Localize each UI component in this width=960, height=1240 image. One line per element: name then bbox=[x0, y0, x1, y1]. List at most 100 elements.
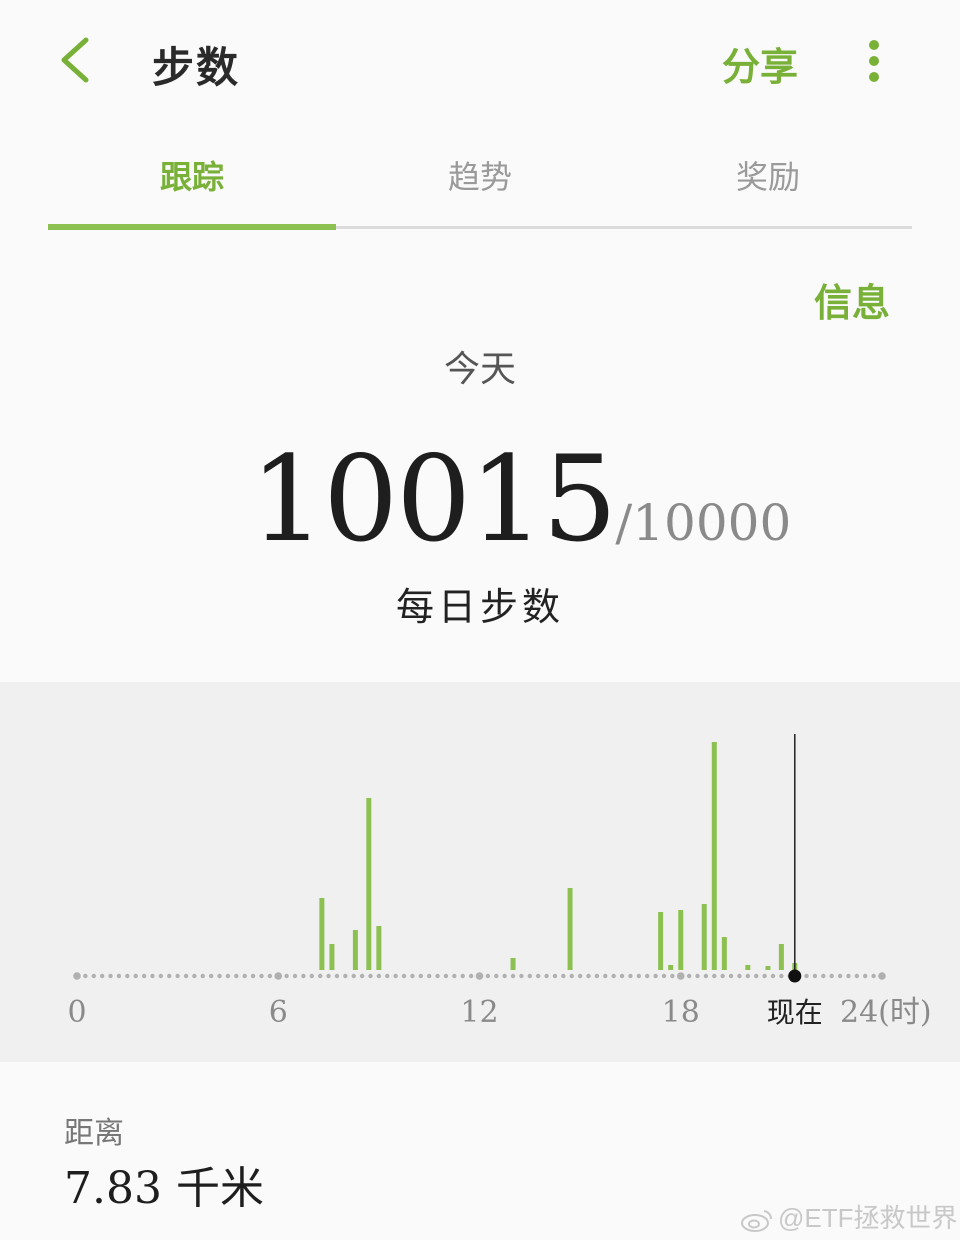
baseline-dot bbox=[292, 973, 298, 979]
baseline-dot bbox=[83, 973, 88, 979]
baseline-dot bbox=[426, 973, 432, 979]
x-tick-label: 6 bbox=[269, 995, 288, 1030]
baseline-dot bbox=[779, 973, 784, 979]
baseline-dot bbox=[770, 973, 776, 979]
x-tick-label: 18 bbox=[662, 995, 700, 1030]
back-button[interactable] bbox=[52, 28, 102, 92]
baseline-dot bbox=[854, 973, 860, 979]
baseline-dot bbox=[653, 973, 658, 979]
now-marker bbox=[788, 969, 802, 983]
watermark: @ETF拯救世界 bbox=[740, 1198, 958, 1235]
baseline-dot bbox=[274, 972, 283, 980]
info-button[interactable]: 信息 bbox=[814, 272, 890, 327]
baseline-dot bbox=[393, 973, 398, 979]
distance-label: 距离 bbox=[64, 1116, 124, 1151]
baseline-dot bbox=[863, 973, 868, 979]
chart-bar bbox=[376, 926, 382, 970]
baseline-dot bbox=[359, 973, 365, 979]
baseline-dot bbox=[116, 973, 122, 979]
hourly-steps-chart[interactable]: 0 6 12 18 24(时) 现在 bbox=[0, 682, 960, 1062]
distance-value: 7.83 千米 bbox=[64, 1163, 264, 1214]
tab-trends[interactable]: 趋势 bbox=[336, 152, 624, 198]
baseline-dot bbox=[192, 973, 197, 979]
baseline-dot bbox=[418, 973, 424, 979]
page-title: 步数 bbox=[152, 43, 241, 92]
baseline-dot bbox=[91, 973, 96, 979]
chart-bar bbox=[765, 966, 771, 970]
baseline-dot bbox=[208, 973, 214, 979]
chart-bar bbox=[668, 965, 674, 970]
tab-tracking[interactable]: 跟踪 bbox=[48, 152, 336, 198]
baseline-dot bbox=[510, 973, 516, 979]
baseline-dot bbox=[762, 973, 767, 979]
baseline-dot bbox=[73, 972, 81, 980]
chart-bar bbox=[778, 944, 784, 970]
baseline-dot bbox=[125, 973, 130, 979]
tab-bar: 跟踪 趋势 奖励 bbox=[48, 140, 912, 232]
baseline-dot bbox=[452, 973, 457, 979]
baseline-dot bbox=[519, 973, 524, 979]
chart-bar bbox=[711, 742, 717, 970]
chart-bar bbox=[678, 910, 684, 970]
more-vertical-icon bbox=[869, 40, 879, 50]
baseline-dot bbox=[351, 973, 356, 979]
chart-bar bbox=[658, 912, 664, 970]
baseline-dot bbox=[334, 973, 340, 979]
baseline-dot bbox=[460, 973, 465, 979]
baseline-dot bbox=[812, 973, 818, 979]
baseline-dot bbox=[435, 973, 440, 979]
baseline-dot bbox=[200, 973, 205, 979]
baseline-dot bbox=[242, 973, 247, 979]
chart-bar bbox=[567, 888, 573, 970]
baseline-dot bbox=[385, 973, 390, 979]
baseline-dot bbox=[728, 973, 734, 979]
steps-goal: /10000 bbox=[615, 494, 792, 552]
baseline-dot bbox=[569, 973, 574, 979]
baseline-dot bbox=[443, 973, 449, 979]
baseline-dot bbox=[225, 973, 231, 979]
baseline-dot bbox=[871, 973, 876, 979]
baseline-dot bbox=[108, 973, 113, 979]
share-button[interactable]: 分享 bbox=[722, 36, 798, 91]
weibo-icon bbox=[741, 1210, 773, 1233]
baseline-dot bbox=[267, 973, 273, 979]
baseline-dot bbox=[745, 973, 751, 979]
more-dot bbox=[869, 56, 879, 66]
chart-bar bbox=[366, 798, 372, 970]
more-options-button[interactable] bbox=[856, 36, 892, 86]
baseline-dot bbox=[183, 973, 189, 979]
baseline-dot bbox=[494, 973, 499, 979]
baseline-dot bbox=[502, 973, 507, 979]
baseline-dot bbox=[703, 973, 709, 979]
baseline-dot bbox=[475, 972, 484, 980]
baseline-dot bbox=[670, 973, 675, 979]
chart-svg: 0 6 12 18 24(时) 现在 bbox=[67, 734, 932, 1030]
x-tick-label: 24(时) bbox=[840, 995, 932, 1030]
baseline-dot bbox=[410, 973, 415, 979]
baseline-dot bbox=[594, 973, 600, 979]
baseline-dot bbox=[552, 973, 558, 979]
baseline-dot bbox=[737, 973, 742, 979]
baseline-dot bbox=[317, 973, 323, 979]
x-tick-label: 12 bbox=[460, 995, 498, 1030]
baseline-dot bbox=[611, 973, 616, 979]
baseline-dot bbox=[720, 973, 725, 979]
baseline-dot bbox=[645, 973, 650, 979]
baseline-dot bbox=[141, 973, 147, 979]
chart-bar bbox=[701, 904, 707, 970]
baseline-dot bbox=[368, 973, 373, 979]
baseline-dot bbox=[846, 973, 851, 979]
baseline-dot bbox=[217, 973, 222, 979]
baseline-dot bbox=[250, 973, 256, 979]
baseline-dot bbox=[326, 973, 331, 979]
baseline-dot bbox=[284, 973, 289, 979]
baseline-dot bbox=[167, 973, 172, 979]
baseline-dot bbox=[150, 973, 155, 979]
baseline-dot bbox=[603, 973, 608, 979]
tab-rewards[interactable]: 奖励 bbox=[624, 152, 912, 198]
chart-bar bbox=[721, 937, 727, 970]
baseline-dot bbox=[485, 973, 491, 979]
baseline-dot bbox=[686, 973, 692, 979]
baseline-dot bbox=[99, 973, 105, 979]
baseline-dot bbox=[754, 973, 759, 979]
